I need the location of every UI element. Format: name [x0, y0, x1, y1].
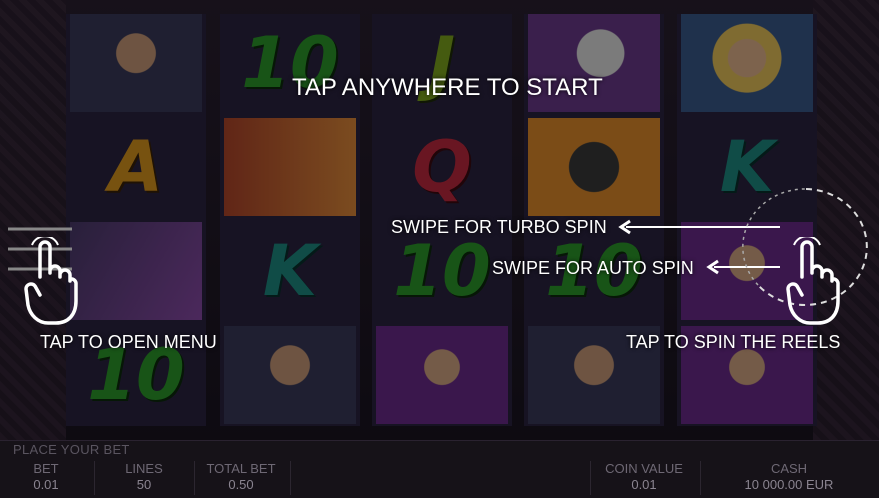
place-bet-label: PLACE YOUR BET [13, 442, 130, 457]
swipe-turbo-text: SWIPE FOR TURBO SPIN [391, 217, 607, 237]
divider [194, 461, 195, 495]
divider [290, 461, 291, 495]
total-bet-value: 0.50 [228, 477, 254, 492]
lines-stat[interactable]: LINES 50 [104, 461, 184, 493]
cash-value: 10 000.00 EUR [744, 477, 834, 492]
divider [590, 461, 591, 495]
tap-menu-text: TAP TO OPEN MENU [40, 332, 217, 352]
bet-value: 0.01 [33, 477, 59, 492]
game-stage[interactable]: A 10 10 K J Q 10 10 K TAP ANYWHERE TO ST… [0, 0, 879, 440]
divider [700, 461, 701, 495]
cash-stat: CASH 10 000.00 EUR [706, 461, 872, 493]
bet-stat[interactable]: BET 0.01 [14, 461, 78, 493]
tap-to-start-text: TAP ANYWHERE TO START [292, 74, 603, 101]
swipe-auto-text: SWIPE FOR AUTO SPIN [492, 258, 694, 278]
divider [94, 461, 95, 495]
bet-label: BET [33, 461, 59, 476]
hand-menu-icon [24, 237, 78, 325]
total-bet-stat: TOTAL BET 0.50 [198, 461, 284, 493]
tap-spin-text: TAP TO SPIN THE REELS [626, 332, 841, 352]
lines-label: LINES [125, 461, 163, 476]
coin-value-value: 0.01 [631, 477, 657, 492]
hand-spin-icon [786, 237, 840, 325]
coin-value-stat[interactable]: COIN VALUE 0.01 [594, 461, 694, 493]
total-bet-label: TOTAL BET [206, 461, 276, 476]
cash-label: CASH [770, 461, 808, 476]
lines-value: 50 [136, 477, 152, 492]
coin-value-label: COIN VALUE [605, 461, 683, 476]
